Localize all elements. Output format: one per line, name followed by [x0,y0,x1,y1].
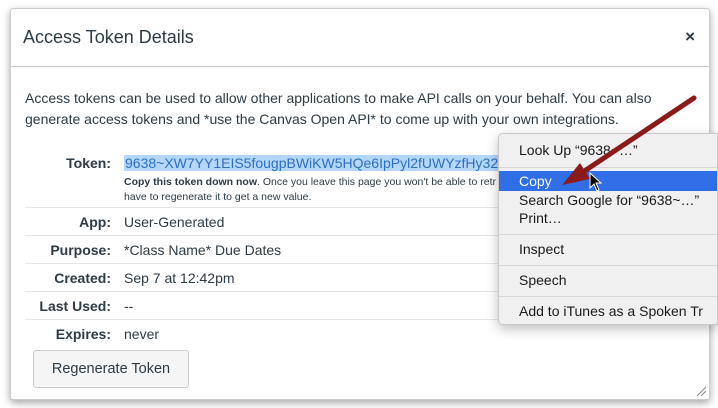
token-selected-text[interactable]: 9638~XW7YY1EIS5fougpBWiKW5HQe6IpPyl2fUWY… [124,155,507,171]
dialog-title: Access Token Details [23,27,194,47]
menu-item-search-google[interactable]: Search Google for “9638~…” [499,190,717,210]
last-used-label: Last Used: [39,298,111,314]
expires-label: Expires: [55,326,111,342]
token-note-line1: . Once you leave this page you won't be … [257,176,496,188]
purpose-label: Purpose: [50,242,111,258]
menu-separator [499,167,717,168]
menu-item-copy[interactable]: Copy [499,171,717,191]
menu-item-inspect[interactable]: Inspect [499,239,717,259]
resize-handle-icon[interactable] [695,385,707,397]
menu-item-print[interactable]: Print… [499,208,717,228]
created-label: Created: [54,270,111,286]
token-value[interactable]: 9638~XW7YY1EIS5fougpBWiKW5HQe6IpPyl2fUWY… [124,155,507,171]
menu-item-look-up[interactable]: Look Up “9638~…” [499,140,717,160]
regenerate-token-button[interactable]: Regenerate Token [33,350,189,388]
close-icon[interactable]: × [685,27,695,47]
token-note: Copy this token down now. Once you leave… [124,175,514,205]
token-note-bold: Copy this token down now [124,176,257,188]
mouse-pointer-icon [589,172,603,192]
dialog-header: Access Token Details × [11,9,709,67]
context-menu: Look Up “9638~…” Copy Search Google for … [498,133,718,325]
purpose-value: *Class Name* Due Dates [124,242,282,258]
app-label: App: [79,214,111,230]
menu-separator [499,234,717,235]
app-value: User-Generated [124,214,225,230]
token-label: Token: [66,155,111,171]
menu-item-add-to-itunes[interactable]: Add to iTunes as a Spoken Tr [499,301,717,321]
last-used-value: -- [124,298,134,314]
menu-item-speech[interactable]: Speech [499,270,717,290]
token-note-line2: have to regenerate it to get a new value… [124,191,312,203]
menu-separator [499,265,717,266]
intro-text: Access tokens can be used to allow other… [25,90,652,127]
expires-value: never [124,326,160,342]
menu-separator [499,296,717,297]
created-value: Sep 7 at 12:42pm [124,270,235,286]
